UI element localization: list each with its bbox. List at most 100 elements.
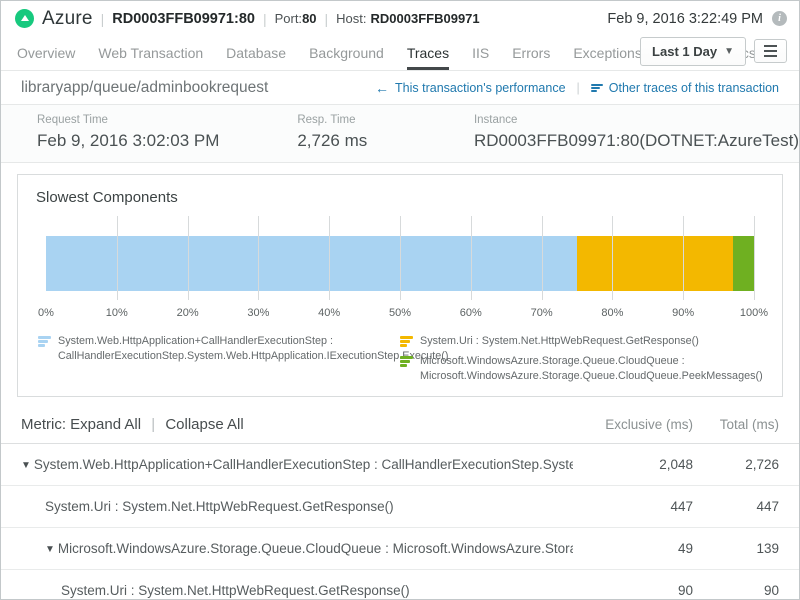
collapse-all-link[interactable]: Collapse All [165,416,243,433]
nav-bar: Overview Web Transaction Database Backgroun… [1,36,799,71]
collapse-caret-icon[interactable]: ▼ [45,544,55,555]
metric-name-label: System.Web.HttpApplication+CallHandlerEx… [34,457,573,472]
bar-segment-2[interactable] [733,236,754,291]
exclusive-column-header: Exclusive (ms) [573,417,693,432]
x-tick-label: 0% [38,307,54,319]
request-time-value: Feb 9, 2016 3:02:03 PM [37,131,297,151]
collapse-caret-icon[interactable]: ▼ [21,460,31,471]
bar-segment-0[interactable] [46,236,577,291]
instance-label: Instance [474,114,799,126]
time-range-label: Last 1 Day [652,44,717,59]
info-icon[interactable]: i [772,11,787,26]
tab-database[interactable]: Database [226,36,286,70]
metric-row[interactable]: ▼System.Web.HttpApplication+CallHandlerE… [1,443,799,485]
expand-all-link[interactable]: Expand All [70,416,141,433]
request-time-label: Request Time [37,114,297,126]
x-tick-label: 90% [672,307,694,319]
legend-column: System.Web.HttpApplication+CallHandlerEx… [38,334,400,384]
legend-item-label: System.Web.HttpApplication+CallHandlerEx… [58,334,448,364]
app-window: Azure | RD0003FFB09971:80 | Port: 80 | H… [0,0,800,600]
metric-name-label: System.Uri : System.Net.HttpWebRequest.G… [45,499,394,514]
gridline [683,216,684,300]
transaction-name: libraryapp/queue/adminbookrequest [21,79,268,97]
metric-name: ▼System.Web.HttpApplication+CallHandlerE… [21,457,573,472]
metric-row[interactable]: ▼Microsoft.WindowsAzure.Storage.Queue.Cl… [1,527,799,569]
bar-segment-1[interactable] [577,236,733,291]
x-tick-label: 70% [531,307,553,319]
x-axis: 0%10%20%30%40%50%60%70%80%90%100% [46,307,754,322]
gridline [400,216,401,300]
gridline [612,216,613,300]
legend-bars-icon [38,336,52,364]
metric-table: ▼System.Web.HttpApplication+CallHandlerE… [1,443,799,600]
time-range-button[interactable]: Last 1 Day ▼ [640,37,746,66]
performance-link-label: This transaction's performance [395,81,566,95]
other-traces-label: Other traces of this transaction [609,81,779,95]
gridline [471,216,472,300]
x-tick-label: 80% [601,307,623,319]
chart-title: Slowest Components [36,189,766,206]
trace-list-icon [591,84,603,92]
exclusive-ms-value: 90 [573,583,693,598]
tab-errors[interactable]: Errors [512,36,550,70]
port-label: Port: [275,11,302,26]
chart-legend: System.Web.HttpApplication+CallHandlerEx… [38,334,762,384]
hamburger-icon [764,45,777,57]
transaction-row: libraryapp/queue/adminbookrequest ← This… [1,71,799,105]
gridline [258,216,259,300]
x-tick-label: 20% [177,307,199,319]
gridline [117,216,118,300]
gridline [329,216,330,300]
legend-item: Microsoft.WindowsAzure.Storage.Queue.Clo… [400,354,750,384]
x-tick-label: 30% [247,307,269,319]
metric-name-label: Microsoft.WindowsAzure.Storage.Queue.Clo… [58,541,573,556]
x-tick-label: 40% [318,307,340,319]
separator: | [151,416,155,433]
other-traces-link[interactable]: Other traces of this transaction [591,81,779,95]
tab-overview[interactable]: Overview [17,36,75,70]
exclusive-ms-value: 49 [573,541,693,556]
tab-background[interactable]: Background [309,36,384,70]
total-ms-value: 2,726 [693,457,779,472]
chevron-down-icon: ▼ [724,46,734,57]
legend-item-label: System.Uri : System.Net.HttpWebRequest.G… [420,334,699,349]
transaction-performance-link[interactable]: ← This transaction's performance [375,81,566,95]
x-tick-label: 50% [389,307,411,319]
host-label: Host: [336,11,366,26]
slowest-components-card: Slowest Components 0%10%20%30%40%50%60%7… [17,174,783,397]
entity-name: RD0003FFB09971:80 [112,11,255,27]
tab-traces[interactable]: Traces [407,36,449,70]
arrow-left-icon: ← [375,81,389,95]
host-value: RD0003FFB09971 [371,11,480,26]
metric-name-label: System.Uri : System.Net.HttpWebRequest.G… [61,583,410,598]
total-ms-value: 139 [693,541,779,556]
instance-value: RD0003FFB09971:80(DOTNET:AzureTest) [474,131,799,151]
gridline [754,216,755,300]
separator: | [577,81,580,95]
legend-bars-icon [400,336,414,349]
resp-time-value: 2,726 ms [297,131,474,151]
metric-row[interactable]: System.Uri : System.Net.HttpWebRequest.G… [1,485,799,527]
exclusive-ms-value: 447 [573,499,693,514]
legend-item: System.Uri : System.Net.HttpWebRequest.G… [400,334,750,349]
legend-item-label: Microsoft.WindowsAzure.Storage.Queue.Clo… [420,354,763,384]
resp-time-label: Resp. Time [297,114,474,126]
total-column-header: Total (ms) [693,417,779,432]
x-tick-label: 60% [460,307,482,319]
gridline [542,216,543,300]
tab-exceptions[interactable]: Exceptions [573,36,641,70]
current-timestamp: Feb 9, 2016 3:22:49 PM [607,11,763,27]
top-header: Azure | RD0003FFB09971:80 | Port: 80 | H… [1,1,799,36]
app-name[interactable]: Azure [42,8,93,30]
metric-label: Metric: [21,416,66,433]
tab-iis[interactable]: IIS [472,36,489,70]
metric-row[interactable]: System.Uri : System.Net.HttpWebRequest.G… [1,569,799,600]
up-arrow-icon [21,15,29,21]
menu-button[interactable] [754,39,787,63]
separator: | [263,11,267,27]
tab-list: Overview Web Transaction Database Backgroun… [17,36,640,70]
total-ms-value: 90 [693,583,779,598]
separator: | [101,11,105,27]
tab-web-transaction[interactable]: Web Transaction [98,36,203,70]
stacked-bar-chart [46,216,754,300]
